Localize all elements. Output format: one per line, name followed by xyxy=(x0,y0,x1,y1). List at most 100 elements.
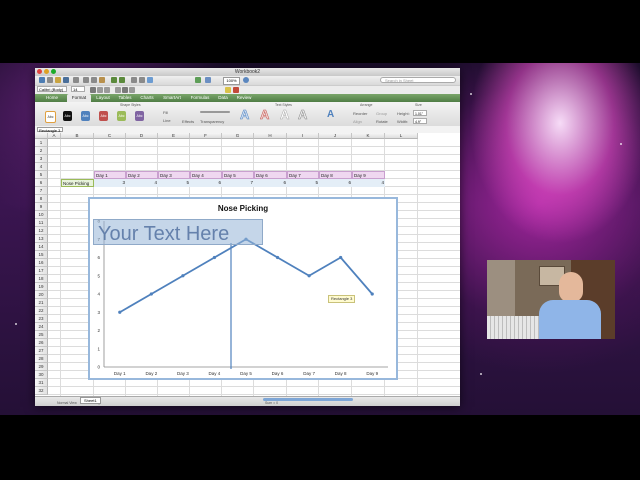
text-effects-button[interactable]: A xyxy=(327,108,334,122)
row-header-32[interactable]: 32 xyxy=(35,387,48,395)
row-header-28[interactable]: 28 xyxy=(35,355,48,363)
day-header-cell[interactable]: Day 8 xyxy=(319,171,352,179)
wordart-style-outline[interactable]: A xyxy=(298,107,308,122)
row-header-26[interactable]: 26 xyxy=(35,339,48,347)
sort-icon[interactable] xyxy=(139,77,145,83)
column-header-b[interactable]: B xyxy=(61,133,94,139)
print-icon[interactable] xyxy=(73,77,79,83)
cut-icon[interactable] xyxy=(83,77,89,83)
day-header-cell[interactable]: Day 9 xyxy=(352,171,385,179)
normal-view-label[interactable]: Normal View xyxy=(57,401,77,405)
paste-icon[interactable] xyxy=(99,77,105,83)
row-header-11[interactable]: 11 xyxy=(35,219,48,227)
filter-icon[interactable] xyxy=(147,77,153,83)
column-header-g[interactable]: G xyxy=(222,133,254,139)
row-header-10[interactable]: 10 xyxy=(35,211,48,219)
style-swatch-blue[interactable]: Abc xyxy=(81,111,90,121)
value-cell[interactable]: 4 xyxy=(126,179,158,187)
value-cell[interactable]: 3 xyxy=(94,179,126,187)
undo-icon[interactable] xyxy=(111,77,117,83)
row-label-cell[interactable]: Nose Picking xyxy=(61,179,94,187)
row-header-4[interactable]: 4 xyxy=(35,163,48,171)
text-box[interactable]: Your Text Here xyxy=(93,219,263,245)
wordart-style-red[interactable]: A xyxy=(260,107,270,122)
day-header-cell[interactable]: Day 7 xyxy=(287,171,319,179)
value-cell[interactable]: 6 xyxy=(319,179,352,187)
row-header-9[interactable]: 9 xyxy=(35,203,48,211)
bold-icon[interactable] xyxy=(90,87,96,93)
row-header-3[interactable]: 3 xyxy=(35,155,48,163)
column-header-c[interactable]: C xyxy=(94,133,126,139)
align-center-icon[interactable] xyxy=(122,87,128,93)
tab-data[interactable]: Data xyxy=(215,94,231,102)
horizontal-scrollbar[interactable] xyxy=(263,398,353,401)
tab-smartart[interactable]: SmartArt xyxy=(159,94,185,102)
row-header-30[interactable]: 30 xyxy=(35,371,48,379)
wordart-style-white[interactable]: A xyxy=(280,107,290,122)
style-swatch-red[interactable]: Abc xyxy=(99,111,108,121)
font-size-select[interactable]: 14 xyxy=(71,86,85,92)
value-cell[interactable]: 5 xyxy=(287,179,319,187)
row-header-20[interactable]: 20 xyxy=(35,291,48,299)
column-header-d[interactable]: D xyxy=(126,133,158,139)
group-button[interactable]: Group xyxy=(376,111,387,116)
template-icon[interactable] xyxy=(47,77,53,83)
column-header-l[interactable]: L xyxy=(385,133,418,139)
value-cell[interactable]: 7 xyxy=(222,179,254,187)
row-header-18[interactable]: 18 xyxy=(35,275,48,283)
row-header-23[interactable]: 23 xyxy=(35,315,48,323)
column-header-i[interactable]: I xyxy=(287,133,319,139)
copy-icon[interactable] xyxy=(91,77,97,83)
day-header-cell[interactable]: Day 5 xyxy=(222,171,254,179)
column-header-f[interactable]: F xyxy=(190,133,222,139)
row-header-8[interactable]: 8 xyxy=(35,195,48,203)
line-button[interactable]: Line xyxy=(163,118,171,123)
tab-formulas[interactable]: Formulas xyxy=(187,94,213,102)
style-swatch-purple[interactable]: Abc xyxy=(135,111,144,121)
row-header-17[interactable]: 17 xyxy=(35,267,48,275)
redo-icon[interactable] xyxy=(119,77,125,83)
row-header-7[interactable]: 7 xyxy=(35,187,48,195)
day-header-cell[interactable]: Day 3 xyxy=(158,171,190,179)
row-header-2[interactable]: 2 xyxy=(35,147,48,155)
row-header-13[interactable]: 13 xyxy=(35,235,48,243)
row-header-22[interactable]: 22 xyxy=(35,307,48,315)
tab-layout[interactable]: Layout xyxy=(93,94,113,102)
column-header-j[interactable]: J xyxy=(319,133,352,139)
search-field[interactable]: Search in Sheet xyxy=(380,77,456,83)
value-cell[interactable]: 4 xyxy=(352,179,385,187)
row-header-16[interactable]: 16 xyxy=(35,259,48,267)
day-header-cell[interactable]: Day 4 xyxy=(190,171,222,179)
align-button[interactable]: Align xyxy=(353,119,362,124)
row-header-14[interactable]: 14 xyxy=(35,243,48,251)
value-cell[interactable]: 5 xyxy=(158,179,190,187)
tab-tables[interactable]: Tables xyxy=(115,94,135,102)
open-icon[interactable] xyxy=(55,77,61,83)
row-header-15[interactable]: 15 xyxy=(35,251,48,259)
width-field[interactable]: 4.9" xyxy=(413,118,427,124)
value-cell[interactable]: 6 xyxy=(254,179,287,187)
name-box[interactable]: Rectangle 3 xyxy=(37,127,63,133)
gallery-icon[interactable] xyxy=(195,77,201,83)
align-right-icon[interactable] xyxy=(129,87,135,93)
row-header-27[interactable]: 27 xyxy=(35,347,48,355)
day-header-cell[interactable]: Day 6 xyxy=(254,171,287,179)
value-cell[interactable]: 6 xyxy=(190,179,222,187)
style-swatch-green[interactable]: Abc xyxy=(117,111,126,121)
align-left-icon[interactable] xyxy=(115,87,121,93)
effects-button[interactable]: Effects xyxy=(182,119,194,124)
column-header-e[interactable]: E xyxy=(158,133,190,139)
day-header-cell[interactable]: Day 1 xyxy=(94,171,126,179)
rotate-button[interactable]: Rotate xyxy=(376,119,388,124)
row-header-25[interactable]: 25 xyxy=(35,331,48,339)
row-header-12[interactable]: 12 xyxy=(35,227,48,235)
line-chart[interactable]: Nose Picking 012345678Day 1Day 2Day 3Day… xyxy=(88,197,398,380)
day-header-cell[interactable]: Day 2 xyxy=(126,171,158,179)
tab-review[interactable]: Review xyxy=(233,94,255,102)
save-icon[interactable] xyxy=(63,77,69,83)
transparency-slider[interactable] xyxy=(200,111,230,113)
title-bar[interactable]: Workbook2 xyxy=(35,68,460,76)
style-swatch-white[interactable]: Abc xyxy=(45,111,56,123)
row-header-19[interactable]: 19 xyxy=(35,283,48,291)
height-field[interactable]: 1.01" xyxy=(413,110,427,116)
